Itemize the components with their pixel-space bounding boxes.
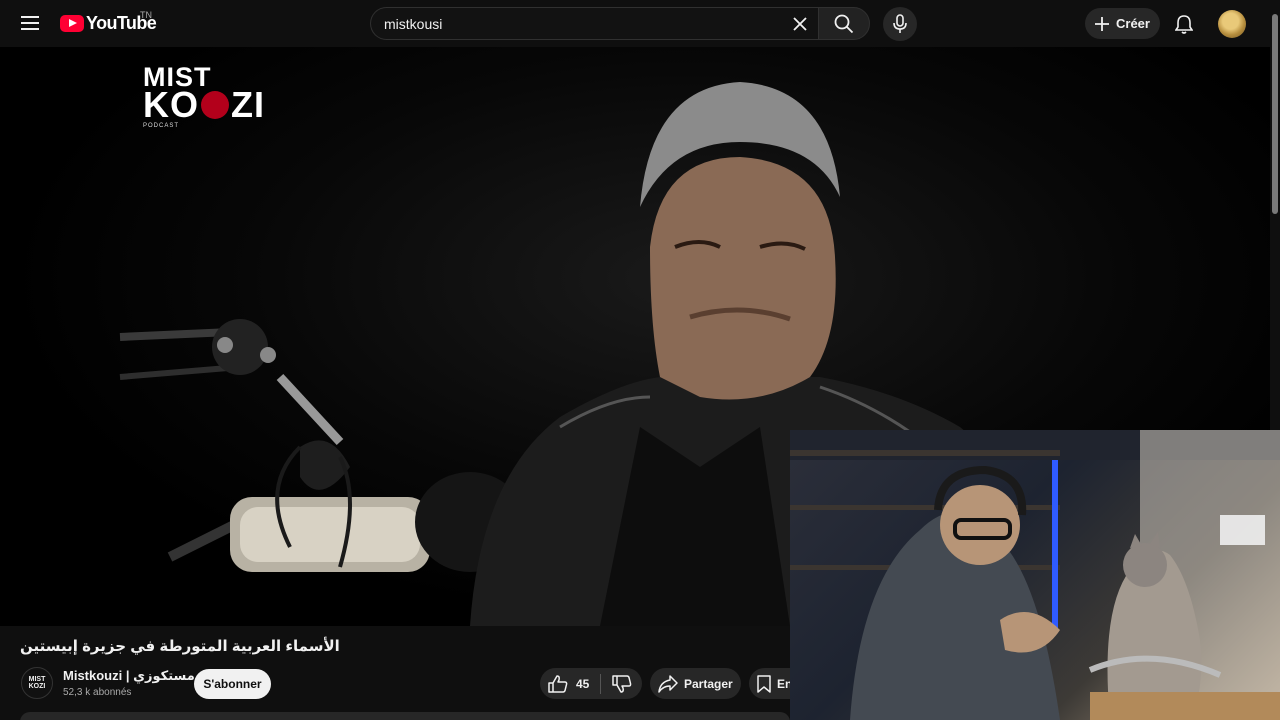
share-icon	[658, 674, 678, 693]
share-label: Partager	[684, 676, 733, 691]
podcast-microphone	[119, 319, 525, 572]
thumbs-down-icon	[611, 674, 631, 693]
notifications-button[interactable]	[1168, 8, 1200, 40]
channel-avatar[interactable]: MIST KOZI	[21, 667, 53, 699]
microphone-icon	[893, 14, 907, 33]
account-avatar[interactable]	[1218, 10, 1246, 38]
share-button[interactable]: Partager	[650, 668, 741, 699]
like-dislike-group: 45	[540, 668, 642, 699]
channel-name[interactable]: Mistkouzi | مستكوزي	[63, 668, 195, 684]
create-button[interactable]: Créer	[1085, 8, 1160, 39]
clear-search-button[interactable]	[788, 12, 812, 36]
scrollbar-thumb[interactable]	[1272, 14, 1278, 214]
description-box[interactable]	[20, 712, 790, 720]
bell-icon	[1175, 15, 1193, 34]
masthead: YouTube TN mistkousi Créer	[0, 0, 1270, 47]
voice-search-button[interactable]	[883, 7, 917, 41]
plus-icon	[1095, 16, 1109, 31]
video-title: الأسماء العربية المتورطة في جزيرة إبيستي…	[20, 638, 340, 655]
like-count: 45	[576, 676, 590, 691]
subscriber-count: 52,3 k abonnés	[63, 687, 132, 698]
webcam-overlay	[790, 430, 1280, 720]
close-icon	[793, 17, 807, 31]
dislike-button[interactable]	[601, 668, 642, 699]
search-button[interactable]	[818, 7, 870, 40]
search-icon	[834, 14, 854, 33]
like-button[interactable]: 45	[540, 668, 600, 699]
subscribe-button[interactable]: S'abonner	[194, 669, 271, 699]
search-query[interactable]: mistkousi	[384, 16, 442, 32]
hamburger-icon	[21, 16, 39, 30]
webcam-frame	[790, 430, 1280, 720]
menu-button[interactable]	[14, 7, 46, 39]
create-label: Créer	[1116, 16, 1150, 31]
country-code: TN	[140, 10, 152, 20]
search-input[interactable]: mistkousi	[370, 7, 818, 40]
bookmark-icon	[757, 674, 771, 693]
thumbs-up-icon	[548, 674, 568, 693]
youtube-play-icon	[60, 14, 84, 32]
